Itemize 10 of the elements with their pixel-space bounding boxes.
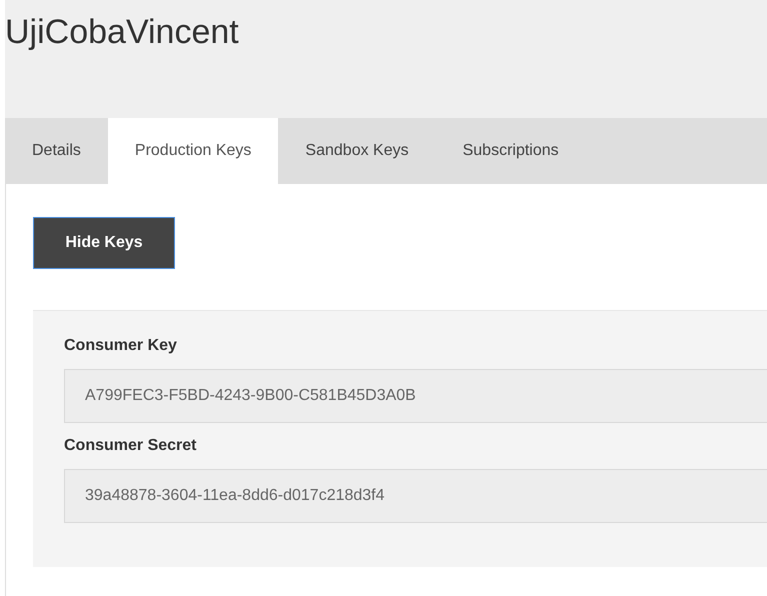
field-label: Consumer Key — [64, 337, 178, 355]
tab[interactable]: Subscriptions — [436, 118, 586, 184]
app-title: UjiCobaVincent — [5, 12, 240, 53]
tab[interactable]: Production Keys — [108, 118, 278, 184]
tab[interactable]: Sandbox Keys — [278, 118, 436, 184]
key-field[interactable]: A799FEC3-F5BD-4243-9B00-C581B45D3A0B — [64, 369, 767, 423]
key-field[interactable]: 39a48878-3604-11ea-8dd6-d017c218d3f4 — [64, 469, 767, 523]
hide-keys-button[interactable]: Hide Keys — [33, 217, 175, 269]
field-label: Consumer Secret — [64, 437, 198, 455]
tab[interactable]: Details — [5, 118, 108, 184]
